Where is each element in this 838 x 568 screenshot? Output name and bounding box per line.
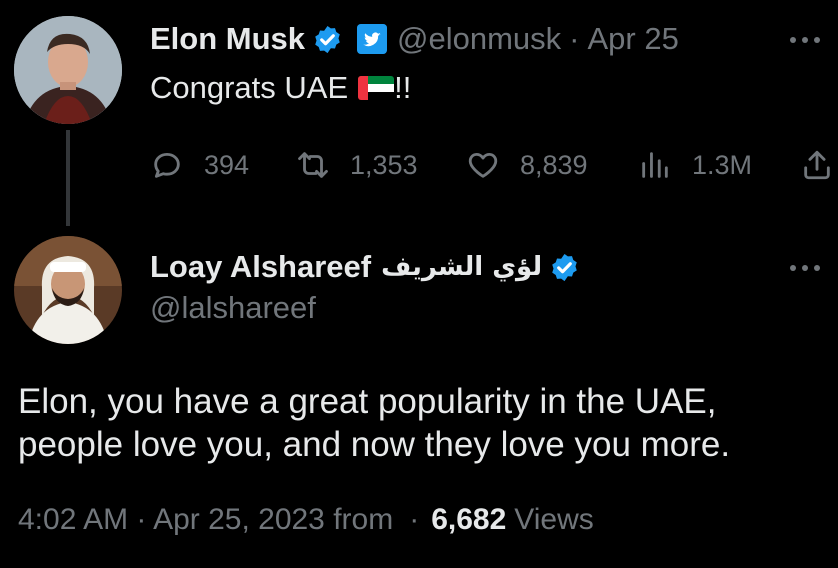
retweet-count: 1,353	[350, 149, 418, 180]
thread-line	[66, 130, 70, 226]
tweet-text-content: Congrats UAE	[150, 70, 349, 105]
elon-avatar[interactable]	[14, 16, 122, 124]
like-action[interactable]: 8,839	[466, 140, 588, 190]
reply-action[interactable]: 394	[150, 140, 249, 190]
author-name[interactable]: Elon Musk	[150, 21, 305, 57]
reply-header: Loay Alshareef لؤي الشريف	[150, 246, 580, 288]
reply-timestamp[interactable]: 4:02 AM · Apr 25, 2023 from	[18, 503, 393, 537]
tweet-header: Elon Musk @elonmusk · Apr 25	[150, 18, 679, 60]
more-options-icon[interactable]	[790, 258, 820, 278]
tweet-action-bar: 394 1,353 8,839 1.3M	[150, 140, 838, 190]
share-icon	[804, 150, 830, 180]
reply-count: 394	[204, 149, 250, 180]
verified-badge-icon[interactable]	[312, 24, 343, 55]
like-count: 8,839	[520, 149, 588, 180]
uae-flag-icon	[358, 76, 395, 100]
twitter-bird-icon	[357, 24, 388, 54]
tweet-date[interactable]: Apr 25	[588, 21, 679, 57]
tweet-text-suffix: !!	[394, 70, 412, 105]
views-action[interactable]: 1.3M	[638, 140, 752, 190]
reply-text-line: Elon, you have a great popularity in the…	[18, 382, 717, 421]
author-handle[interactable]: @elonmusk	[397, 21, 561, 57]
reply-author-name[interactable]: Loay Alshareef	[150, 249, 371, 285]
verified-badge-icon[interactable]	[549, 252, 580, 283]
reply-text: Elon, you have a great popularity in the…	[18, 380, 730, 466]
reply-views-label: Views	[514, 503, 594, 536]
reply-footer: 4:02 AM · Apr 25, 2023 from · 6,682 View…	[18, 503, 594, 537]
reply-author-handle[interactable]: @lalshareef	[150, 290, 316, 326]
separator-dot: ·	[409, 503, 420, 536]
retweet-icon	[298, 152, 328, 178]
reply-text-line: people love you, and now they love you m…	[18, 425, 731, 464]
analytics-icon	[642, 152, 668, 178]
heart-icon	[468, 152, 498, 178]
share-action[interactable]	[800, 140, 834, 190]
reply-author-arabic-name[interactable]: لؤي الشريف	[381, 252, 542, 282]
more-options-icon[interactable]	[790, 30, 820, 50]
retweet-action[interactable]: 1,353	[296, 140, 418, 190]
loay-avatar[interactable]	[14, 236, 122, 344]
reply-views-count: 6,682	[431, 503, 507, 536]
tweet-text: Congrats UAE !!	[150, 70, 411, 106]
views-count: 1.3M	[692, 149, 753, 180]
separator-dot: ·	[569, 21, 580, 56]
reply-icon	[154, 152, 180, 178]
